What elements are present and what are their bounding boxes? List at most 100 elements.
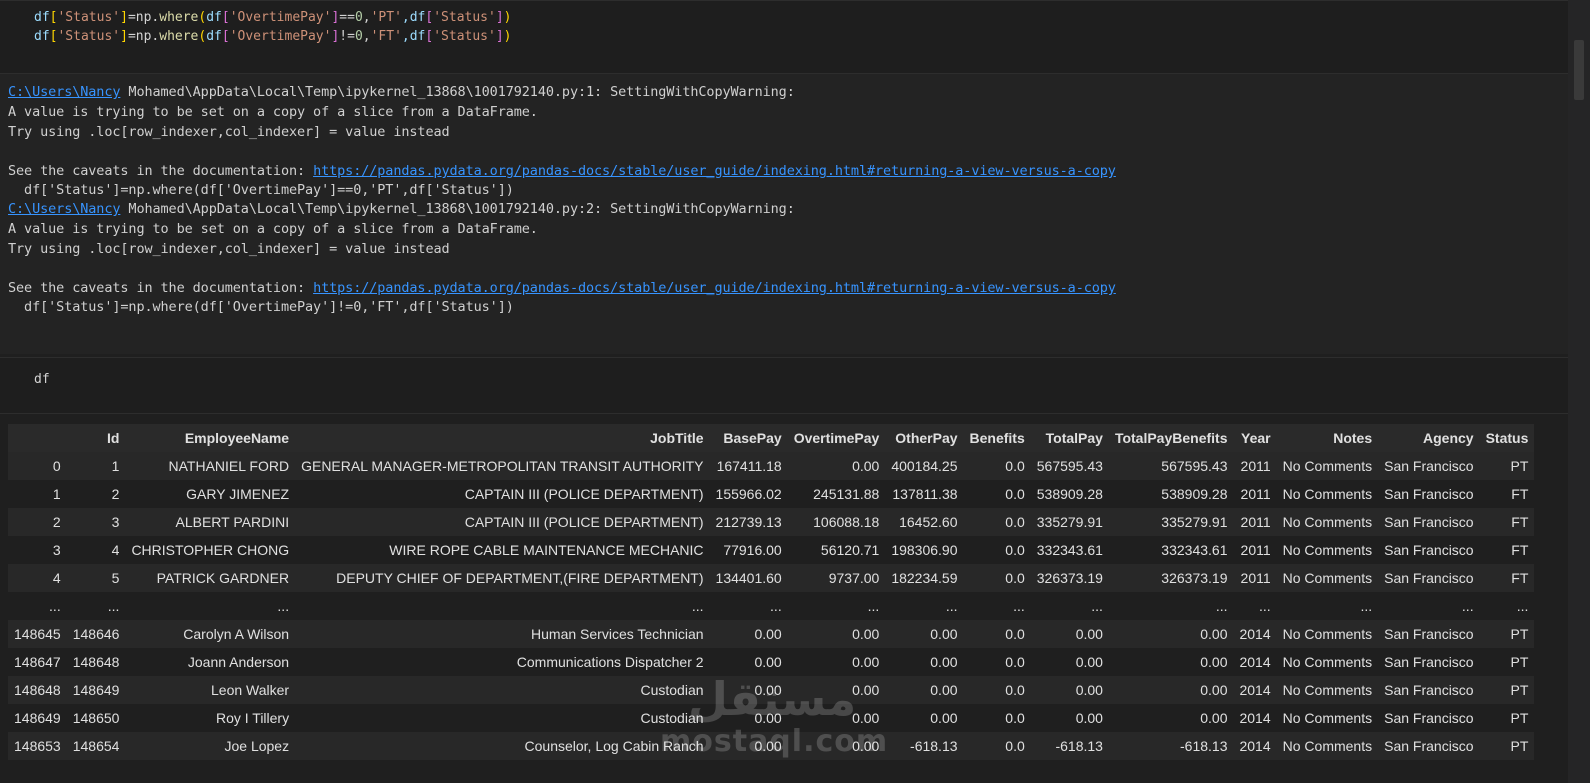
code-line-1: df['Status']=np.where(df['OvertimePay']=… [34,10,512,25]
table-cell: 326373.19 [1108,564,1234,592]
column-header: Id [66,424,126,452]
table-cell: ... [66,592,126,620]
row-index: 148648 [8,676,67,704]
table-cell: FT [1479,536,1535,564]
table-cell: 148654 [66,732,126,760]
table-cell: ... [963,592,1031,620]
table-row: 148647 148648 Joann Anderson Communications… [8,648,1535,676]
table-cell: PT [1479,620,1535,648]
table-cell: 0.00 [885,648,964,676]
table-cell: No Comments [1276,508,1379,536]
table-row: 1 2 GARY JIMENEZ CAPTAIN III (POLICE DEPART… [8,480,1535,508]
code-cell-2[interactable]: df [0,357,1568,414]
table-cell: No Comments [1276,480,1379,508]
table-cell: 137811.38 [885,480,964,508]
warning-2-source: df['Status']=np.where(df['OvertimePay']!… [8,299,514,315]
table-cell: 0.00 [787,676,886,704]
table-cell: 3 [66,508,126,536]
column-header: Agency [1378,424,1480,452]
table-cell: 0.0 [963,676,1031,704]
table-cell: ... [885,592,964,620]
table-cell: -618.13 [1030,732,1109,760]
column-header: OvertimePay [787,424,886,452]
docs-link[interactable]: https://pandas.pydata.org/pandas-docs/st… [313,280,1116,296]
table-cell: 148650 [66,704,126,732]
row-index: 148645 [8,620,67,648]
column-header: Year [1233,424,1277,452]
table-cell: 1 [66,452,126,480]
table-cell: PT [1479,704,1535,732]
table-cell: 0.00 [1030,704,1109,732]
table-cell: CAPTAIN III (POLICE DEPARTMENT) [295,480,710,508]
table-cell: Custodian [295,704,710,732]
table-cell: San Francisco [1378,564,1480,592]
table-cell: Counselor, Log Cabin Ranch [295,732,710,760]
table-cell: San Francisco [1378,480,1480,508]
table-cell: Human Services Technician [295,620,710,648]
table-cell: San Francisco [1378,648,1480,676]
table-cell: 0.00 [787,732,886,760]
column-header: JobTitle [295,424,710,452]
table-cell: ... [1030,592,1109,620]
table-cell: 0.00 [709,648,788,676]
table-cell: 0.00 [1030,648,1109,676]
table-cell: 245131.88 [787,480,886,508]
table-cell: 2014 [1233,704,1277,732]
scrollbar-thumb[interactable] [1574,40,1584,100]
table-cell: 56120.71 [787,536,886,564]
table-cell: 0.00 [885,620,964,648]
table-cell: 0.00 [709,732,788,760]
table-cell: 0.00 [709,676,788,704]
path-link[interactable]: C:\Users\Nancy [8,201,120,217]
table-cell: 106088.18 [787,508,886,536]
table-cell: 2011 [1233,536,1277,564]
table-cell: ... [125,592,296,620]
table-cell: ... [1108,592,1234,620]
column-header [8,424,67,452]
path-link[interactable]: C:\Users\Nancy [8,84,120,100]
table-cell: 0.00 [1108,704,1234,732]
row-index: 148653 [8,732,67,760]
table-cell: 0.00 [885,676,964,704]
table-cell: No Comments [1276,452,1379,480]
vertical-scrollbar[interactable] [1568,0,1590,783]
table-cell: 77916.00 [709,536,788,564]
code-line: df [34,372,50,387]
table-cell: 0.00 [1030,676,1109,704]
table-cell: FT [1479,508,1535,536]
code-cell-1[interactable]: df['Status']=np.where(df['OvertimePay']=… [0,0,1568,74]
table-cell: PT [1479,676,1535,704]
dataframe-output: Id EmployeeName JobTitle BasePay OvertimePay… [8,424,1556,776]
table-cell: Joann Anderson [125,648,296,676]
warning-2-line-3: Try using .loc[row_indexer,col_indexer] … [8,241,450,257]
table-row: 0 1 NATHANIEL FORD GENERAL MANAGER-METROPOL… [8,452,1535,480]
warning-1-source: df['Status']=np.where(df['OvertimePay']=… [8,182,514,198]
table-cell: 2011 [1233,452,1277,480]
table-cell: 148648 [66,648,126,676]
table-cell: 16452.60 [885,508,964,536]
table-cell: 0.00 [787,620,886,648]
table-cell: -618.13 [1108,732,1234,760]
table-cell: FT [1479,480,1535,508]
table-cell: 4 [66,536,126,564]
table-cell: 2011 [1233,508,1277,536]
table-row: 148649 148650 Roy I Tillery Custodian 0.00 0.… [8,704,1535,732]
table-cell: 0.0 [963,452,1031,480]
table-cell: 400184.25 [885,452,964,480]
table-cell: PT [1479,648,1535,676]
docs-link[interactable]: https://pandas.pydata.org/pandas-docs/st… [313,163,1116,179]
table-row: 3 4 CHRISTOPHER CHONG WIRE ROPE CABLE MAINT… [8,536,1535,564]
table-row: 148645 148646 Carolyn A Wilson Human Servic… [8,620,1535,648]
table-row: 148648 148649 Leon Walker Custodian 0.00 0.00… [8,676,1535,704]
table-cell: No Comments [1276,536,1379,564]
table-cell: San Francisco [1378,536,1480,564]
table-cell: 0.0 [963,620,1031,648]
table-row: ........................................… [8,592,1535,620]
table-cell: San Francisco [1378,508,1480,536]
table-cell: 212739.13 [709,508,788,536]
table-cell: No Comments [1276,704,1379,732]
table-cell: No Comments [1276,648,1379,676]
table-cell: 0.00 [709,704,788,732]
table-cell: WIRE ROPE CABLE MAINTENANCE MECHANIC [295,536,710,564]
table-cell: 198306.90 [885,536,964,564]
